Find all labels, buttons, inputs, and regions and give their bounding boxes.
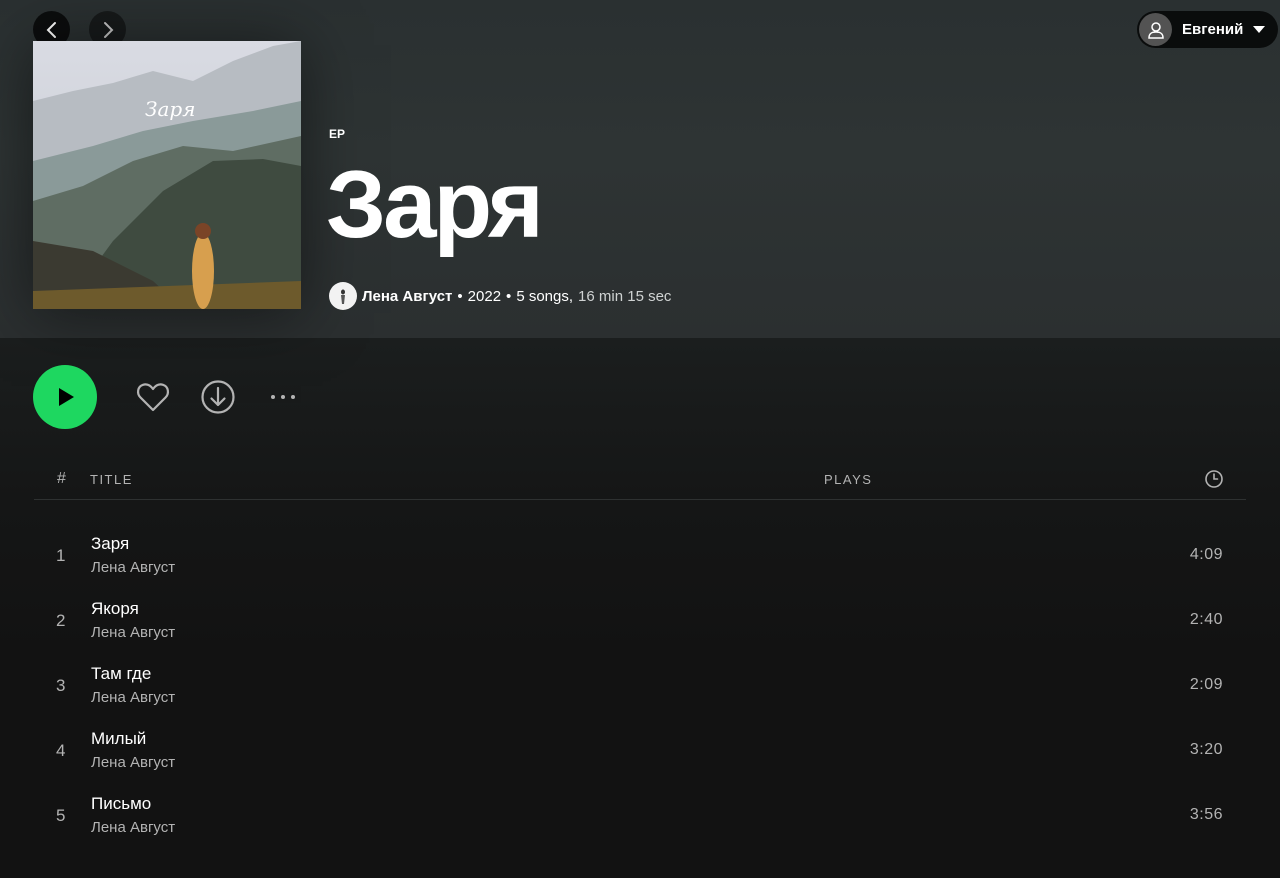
track-duration: 4:09 bbox=[1189, 546, 1223, 563]
track-artist[interactable]: Лена Август bbox=[91, 689, 175, 706]
user-name: Евгений bbox=[1182, 21, 1244, 38]
tracklist-header: # TITLE PLAYS bbox=[34, 460, 1246, 500]
play-icon bbox=[59, 388, 74, 406]
like-button[interactable] bbox=[133, 377, 173, 417]
more-options-button[interactable] bbox=[263, 377, 303, 417]
column-title: TITLE bbox=[90, 472, 133, 487]
album-cover: Заря bbox=[33, 41, 301, 309]
user-icon bbox=[1147, 21, 1164, 39]
clock-icon bbox=[1205, 470, 1223, 488]
track-title[interactable]: Письмо bbox=[91, 794, 151, 814]
artist-link[interactable]: Лена Август bbox=[362, 288, 452, 305]
track-row[interactable]: 1 Заря Лена Август 4:09 bbox=[34, 529, 1246, 585]
track-number: 3 bbox=[56, 676, 66, 695]
track-duration: 3:56 bbox=[1189, 806, 1223, 823]
chevron-left-icon bbox=[46, 21, 56, 38]
meta-separator: • bbox=[506, 287, 512, 305]
caret-down-icon bbox=[1253, 26, 1266, 33]
track-duration: 2:09 bbox=[1189, 676, 1223, 693]
album-duration: 16 min 15 sec bbox=[578, 287, 672, 305]
page-title: Заря bbox=[326, 151, 544, 258]
column-plays: PLAYS bbox=[824, 472, 873, 487]
track-title[interactable]: Милый bbox=[91, 729, 146, 749]
track-artist[interactable]: Лена Август bbox=[91, 819, 175, 836]
track-number: 1 bbox=[56, 546, 66, 565]
track-row[interactable]: 5 Письмо Лена Август 3:56 bbox=[34, 789, 1246, 845]
download-icon bbox=[201, 380, 235, 414]
more-icon bbox=[271, 395, 295, 399]
track-artist[interactable]: Лена Август bbox=[91, 624, 175, 641]
cover-script-text: Заря bbox=[145, 97, 195, 121]
track-row[interactable]: 2 Якоря Лена Август 2:40 bbox=[34, 594, 1246, 650]
track-title[interactable]: Там где bbox=[91, 664, 151, 684]
track-artist[interactable]: Лена Август bbox=[91, 559, 175, 576]
track-row[interactable]: 4 Милый Лена Август 3:20 bbox=[34, 724, 1246, 780]
track-number: 5 bbox=[56, 806, 66, 825]
track-number: 2 bbox=[56, 611, 66, 630]
play-button[interactable] bbox=[33, 365, 97, 429]
album-meta: Лена Август • 2022 • 5 songs, 16 min 15 … bbox=[329, 282, 671, 310]
meta-separator: • bbox=[457, 287, 463, 305]
track-duration: 2:40 bbox=[1189, 611, 1223, 628]
track-artist[interactable]: Лена Август bbox=[91, 754, 175, 771]
track-title[interactable]: Заря bbox=[91, 534, 129, 554]
chevron-right-icon bbox=[103, 21, 113, 38]
album-year: 2022 bbox=[467, 287, 502, 305]
download-button[interactable] bbox=[198, 377, 238, 417]
track-title[interactable]: Якоря bbox=[91, 599, 139, 619]
heart-icon bbox=[136, 383, 170, 412]
avatar bbox=[1139, 13, 1172, 46]
track-number: 4 bbox=[56, 741, 66, 760]
artist-avatar[interactable] bbox=[329, 282, 357, 310]
user-menu-button[interactable]: Евгений bbox=[1137, 11, 1278, 48]
track-row[interactable]: 3 Там где Лена Август 2:09 bbox=[34, 659, 1246, 715]
song-count: 5 songs, bbox=[516, 287, 574, 305]
album-type: EP bbox=[329, 127, 346, 141]
track-duration: 3:20 bbox=[1189, 741, 1223, 758]
column-number: # bbox=[57, 470, 66, 487]
